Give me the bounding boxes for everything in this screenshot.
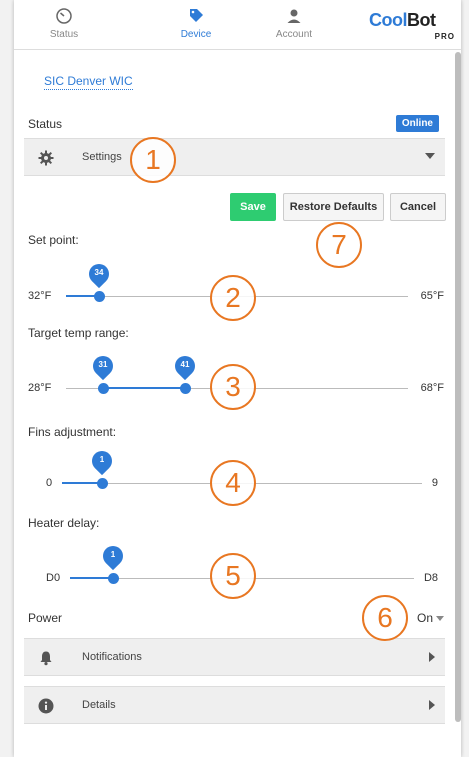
chevron-down-icon (436, 616, 444, 622)
chevron-right-icon (429, 652, 435, 662)
set-point-value: 34 (94, 268, 104, 277)
fins-fill (62, 482, 102, 484)
save-button[interactable]: Save (230, 193, 276, 221)
callout-4: 4 (210, 460, 256, 506)
callout-5: 5 (210, 553, 256, 599)
settings-label: Settings (82, 151, 122, 163)
logo-cool-text: Cool (369, 10, 408, 30)
cancel-button[interactable]: Cancel (390, 193, 446, 221)
status-row: Status Online (24, 115, 445, 133)
set-point-max: 65°F (420, 290, 444, 302)
target-range-high-pin: 41 (170, 351, 200, 381)
target-range-high-value: 41 (180, 360, 190, 369)
heater-value: 1 (110, 550, 116, 559)
target-range-low-pin: 31 (88, 351, 118, 381)
target-range-fill (103, 387, 185, 389)
callout-6: 6 (362, 595, 408, 641)
fins-pin: 1 (87, 446, 117, 476)
set-point-min: 32°F (28, 290, 52, 302)
fins-label: Fins adjustment: (28, 425, 117, 439)
top-nav: Status Device Account CoolBot PRO (14, 0, 461, 50)
callout-3: 3 (210, 364, 256, 410)
nav-device[interactable]: Device (156, 6, 236, 40)
status-label: Status (28, 117, 63, 131)
scrollbar[interactable] (455, 52, 461, 722)
heater-max: D8 (423, 572, 438, 584)
status-badge: Online (395, 115, 439, 132)
bell-icon (40, 651, 52, 666)
fins-max: 9 (431, 477, 438, 489)
target-range-high-thumb[interactable] (180, 383, 191, 394)
logo-pro-text: PRO (434, 32, 455, 41)
set-point-label: Set point: (28, 233, 79, 247)
gear-icon (38, 150, 54, 166)
chevron-down-icon (425, 153, 435, 159)
target-range-min: 28°F (28, 382, 52, 394)
power-label: Power (28, 611, 63, 625)
target-range-max: 68°F (420, 382, 444, 394)
fins-min: 0 (46, 477, 53, 489)
notifications-section-header[interactable]: Notifications (24, 638, 445, 676)
nav-account[interactable]: Account (254, 6, 334, 40)
details-label: Details (82, 699, 116, 711)
details-section-header[interactable]: Details (24, 686, 445, 724)
notifications-label: Notifications (82, 651, 142, 663)
info-icon (38, 698, 54, 714)
settings-section-header[interactable]: Settings (24, 138, 445, 176)
callout-1: 1 (130, 137, 176, 183)
fins-thumb[interactable] (97, 478, 108, 489)
coolbot-logo: CoolBot PRO (369, 10, 459, 44)
nav-account-label: Account (275, 29, 313, 40)
heater-label: Heater delay: (28, 516, 100, 530)
target-range-low-value: 31 (98, 360, 108, 369)
nav-status-label: Status (49, 29, 79, 40)
chevron-right-icon (429, 700, 435, 710)
power-select[interactable]: On (417, 611, 444, 625)
target-range-label: Target temp range: (28, 326, 129, 340)
person-icon (287, 9, 301, 23)
gauge-icon (56, 8, 72, 24)
nav-device-label: Device (180, 29, 212, 40)
restore-defaults-button[interactable]: Restore Defaults (283, 193, 384, 221)
callout-7: 7 (316, 222, 362, 268)
logo-bot-text: Bot (407, 10, 436, 30)
device-name-link[interactable]: SIC Denver WIC (44, 74, 133, 90)
nav-status[interactable]: Status (24, 6, 104, 40)
set-point-thumb[interactable] (94, 291, 105, 302)
callout-2: 2 (210, 275, 256, 321)
power-value: On (416, 611, 433, 625)
tag-icon (190, 9, 203, 22)
set-point-pin: 34 (84, 259, 114, 289)
heater-fill (70, 577, 113, 579)
fins-value: 1 (99, 455, 105, 464)
heater-pin: 1 (98, 541, 128, 571)
heater-thumb[interactable] (108, 573, 119, 584)
target-range-low-thumb[interactable] (98, 383, 109, 394)
heater-min: D0 (46, 572, 61, 584)
